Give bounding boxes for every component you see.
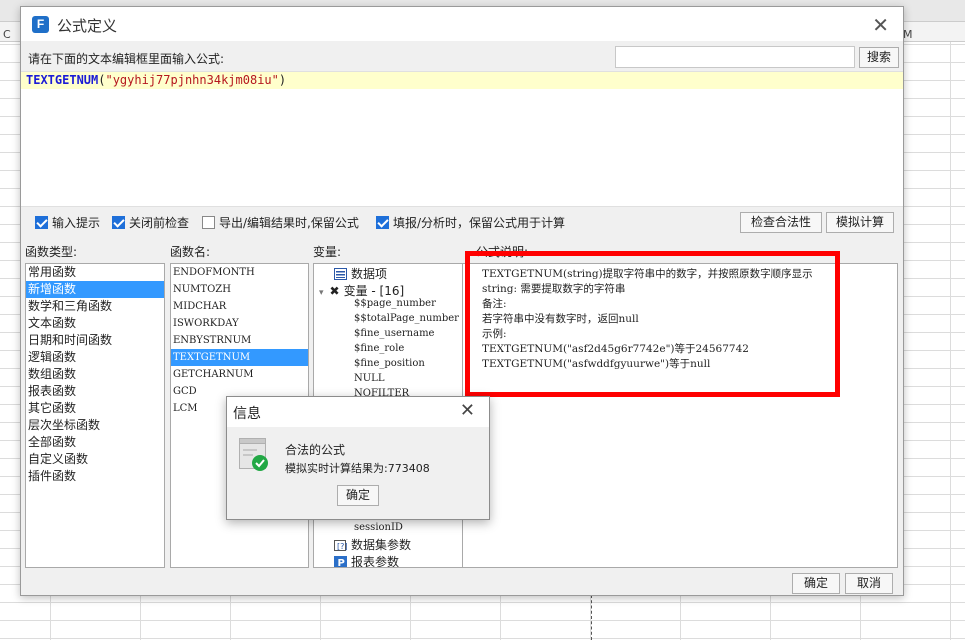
info-titlebar: 信息 ✕ xyxy=(227,397,489,427)
tree-leaf-variable[interactable]: $$page_number xyxy=(354,298,436,309)
option-input-hint[interactable]: 输入提示 xyxy=(35,214,100,231)
option-label: 填报/分析时，保留公式用于计算 xyxy=(393,216,566,230)
tree-leaf-variable[interactable]: $fine_username xyxy=(354,328,434,339)
formula-editor[interactable]: TEXTGETNUM("ygyhij77pjnhn34kjm08iu") xyxy=(21,71,903,207)
check-validity-button[interactable]: 检查合法性 xyxy=(740,212,822,233)
formula-prompt-label: 请在下面的文本编辑框里面输入公式: xyxy=(28,52,225,66)
option-label: 导出/编辑结果时,保留公式 xyxy=(219,216,359,230)
list-item-function-type[interactable]: 其它函数 xyxy=(26,400,164,417)
tree-node-report-params[interactable]: P 报表参数 xyxy=(334,553,400,568)
formula-close-paren: ) xyxy=(278,73,287,87)
tree-label: 数据集参数 xyxy=(351,538,412,552)
list-item-function-name[interactable]: MIDCHAR xyxy=(171,298,308,315)
info-ok-button[interactable]: 确定 xyxy=(337,485,379,506)
list-item-function-name[interactable]: NUMTOZH xyxy=(171,281,308,298)
tree-leaf-variable[interactable]: $fine_position xyxy=(354,358,425,369)
list-item-function-type[interactable]: 常用函数 xyxy=(26,264,164,281)
tree-node-variables[interactable]: ▾ ✖ 变量 - [16] xyxy=(319,282,404,299)
list-item-function-type[interactable]: 新增函数 xyxy=(26,281,164,298)
table-icon xyxy=(334,268,347,280)
tree-label: 数据项 xyxy=(351,267,388,281)
tree-node-data-items[interactable]: 数据项 xyxy=(334,265,387,282)
dialog-titlebar: F 公式定义 ✕ xyxy=(21,7,903,41)
dialog-title: 公式定义 xyxy=(57,17,118,35)
checkbox-keep-formula-fill[interactable] xyxy=(376,216,389,229)
success-check-icon xyxy=(239,438,268,471)
tree-label: 变量 - [16] xyxy=(343,284,405,298)
list-item-function-name[interactable]: ISWORKDAY xyxy=(171,315,308,332)
tree-node-dataset-params[interactable]: [?] 数据集参数 xyxy=(334,536,411,553)
option-label: 关闭前检查 xyxy=(129,216,190,230)
list-item-function-name[interactable]: GETCHARNUM xyxy=(171,366,308,383)
info-result: 模拟实时计算结果为:773408 xyxy=(285,462,430,475)
option-keep-formula-export[interactable]: 导出/编辑结果时,保留公式 xyxy=(202,214,359,231)
list-item-function-name[interactable]: ENDOFMONTH xyxy=(171,264,308,281)
list-item-function-type[interactable]: 数组函数 xyxy=(26,366,164,383)
list-item-function-type[interactable]: 文本函数 xyxy=(26,315,164,332)
list-item-function-type[interactable]: 全部函数 xyxy=(26,434,164,451)
tree-leaf-variable[interactable]: $$totalPage_number xyxy=(354,313,459,324)
list-item-function-type[interactable]: 逻辑函数 xyxy=(26,349,164,366)
tree-label: 报表参数 xyxy=(351,555,400,568)
checkbox-keep-formula-export[interactable] xyxy=(202,216,215,229)
search-input[interactable] xyxy=(615,46,855,68)
page-break-line xyxy=(591,595,592,640)
formula-argument: "ygyhij77pjnhn34kjm08iu" xyxy=(105,73,279,87)
checkbox-input-hint[interactable] xyxy=(35,216,48,229)
report-param-icon: P xyxy=(334,556,347,568)
app-logo-icon: F xyxy=(32,16,49,33)
close-icon[interactable]: ✕ xyxy=(460,400,475,421)
function-types-label: 函数类型: xyxy=(25,245,78,259)
column-label-m: M xyxy=(903,28,913,41)
option-keep-formula-fill[interactable]: 填报/分析时，保留公式用于计算 xyxy=(376,214,565,231)
option-check-before-close[interactable]: 关闭前检查 xyxy=(112,214,189,231)
dataset-param-icon: [?] xyxy=(334,540,347,551)
search-button[interactable]: 搜索 xyxy=(859,47,899,68)
checkbox-check-before-close[interactable] xyxy=(112,216,125,229)
info-message: 合法的公式 xyxy=(285,443,346,457)
function-names-label: 函数名: xyxy=(170,245,211,259)
list-item-function-type[interactable]: 自定义函数 xyxy=(26,451,164,468)
column-label-c: C xyxy=(3,28,11,41)
close-icon[interactable]: ✕ xyxy=(872,13,889,37)
ok-button[interactable]: 确定 xyxy=(792,573,840,594)
list-item-function-type[interactable]: 日期和时间函数 xyxy=(26,332,164,349)
option-label: 输入提示 xyxy=(52,216,101,230)
list-item-function-type[interactable]: 数学和三角函数 xyxy=(26,298,164,315)
tree-leaf-variable[interactable]: $fine_role xyxy=(354,343,404,354)
cancel-button[interactable]: 取消 xyxy=(845,573,893,594)
info-title: 信息 xyxy=(233,406,261,422)
simulate-calc-button[interactable]: 模拟计算 xyxy=(826,212,894,233)
variable-icon: ✖ xyxy=(329,284,340,298)
tree-leaf-session-id[interactable]: sessionID xyxy=(354,522,403,533)
info-dialog: 信息 ✕ 合法的公式 模拟实时计算结果为:773408 确定 xyxy=(226,396,490,520)
list-item-function-type[interactable]: 层次坐标函数 xyxy=(26,417,164,434)
formula-line: TEXTGETNUM("ygyhij77pjnhn34kjm08iu") xyxy=(21,72,903,89)
svg-text:P: P xyxy=(338,558,345,568)
formula-function: TEXTGETNUM xyxy=(26,73,99,87)
svg-text:[?]: [?] xyxy=(337,542,347,551)
highlight-annotation xyxy=(465,251,840,397)
list-item-function-type[interactable]: 报表函数 xyxy=(26,383,164,400)
chevron-down-icon[interactable]: ▾ xyxy=(319,288,324,298)
function-types-list: 常用函数 新增函数 数学和三角函数 文本函数 日期和时间函数 逻辑函数 数组函数… xyxy=(25,263,165,568)
list-item-function-type[interactable]: 插件函数 xyxy=(26,468,164,485)
list-item-function-name[interactable]: ENBYSTRNUM xyxy=(171,332,308,349)
tree-leaf-variable[interactable]: NULL xyxy=(354,373,384,384)
list-item-function-name[interactable]: TEXTGETNUM xyxy=(171,349,308,366)
variables-label: 变量: xyxy=(313,245,342,259)
